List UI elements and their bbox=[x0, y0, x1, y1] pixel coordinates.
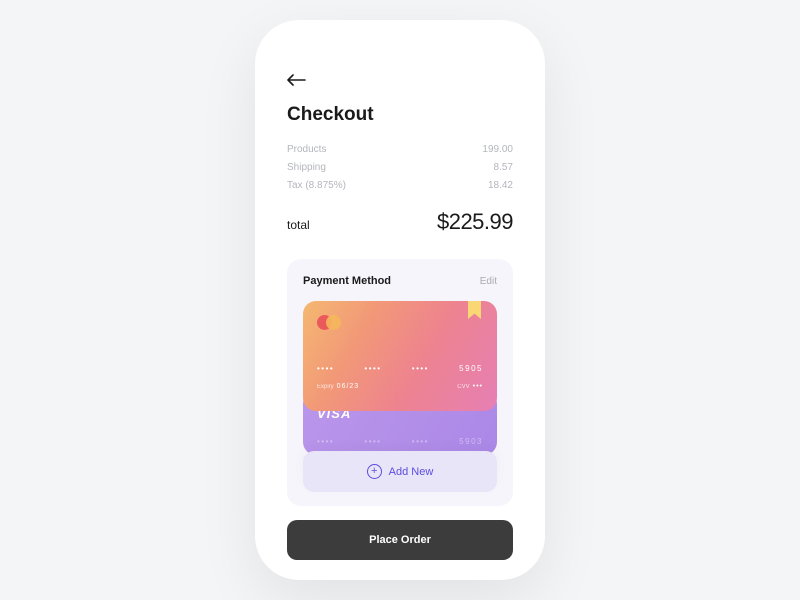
add-new-label: Add New bbox=[389, 466, 434, 478]
payment-card-mastercard[interactable]: •••• •••• •••• 5905 Expiry 06/23 CVV bbox=[303, 301, 497, 411]
card-group: •••• bbox=[412, 364, 429, 373]
back-button[interactable] bbox=[287, 70, 309, 90]
summary-label: Shipping bbox=[287, 162, 326, 173]
card-group: 5905 bbox=[459, 364, 483, 373]
card-group: 5903 bbox=[459, 437, 483, 446]
device-frame: Checkout Products 199.00 Shipping 8.57 T… bbox=[255, 20, 545, 580]
card-group: •••• bbox=[317, 437, 334, 446]
card-meta: Expiry 06/23 CVV ••• bbox=[317, 383, 483, 390]
payment-header: Payment Method Edit bbox=[303, 275, 497, 287]
cvv-value: ••• bbox=[473, 383, 483, 390]
card-number: •••• •••• •••• 5905 bbox=[317, 364, 483, 373]
place-order-button[interactable]: Place Order bbox=[287, 520, 513, 560]
mastercard-logo-icon bbox=[317, 315, 483, 330]
total-row: total $225.99 bbox=[287, 209, 513, 235]
summary-row: Products 199.00 bbox=[287, 144, 513, 155]
payment-method-section: Payment Method Edit •••• •••• •••• bbox=[287, 259, 513, 506]
card-group: •••• bbox=[412, 437, 429, 446]
arrow-left-icon bbox=[287, 74, 309, 86]
total-value: $225.99 bbox=[437, 209, 513, 235]
payment-title: Payment Method bbox=[303, 275, 391, 287]
plus-circle-icon: + bbox=[367, 464, 382, 479]
checkout-content: Checkout Products 199.00 Shipping 8.57 T… bbox=[265, 30, 535, 506]
expiry-value: 06/23 bbox=[337, 383, 360, 390]
total-label: total bbox=[287, 218, 310, 232]
card-group: •••• bbox=[364, 364, 381, 373]
cvv-label: CVV bbox=[457, 384, 469, 390]
card-group: •••• bbox=[364, 437, 381, 446]
add-new-card-button[interactable]: + Add New bbox=[303, 451, 497, 492]
summary-value: 18.42 bbox=[488, 180, 513, 191]
card-number: •••• •••• •••• 5903 bbox=[317, 437, 483, 446]
card-stack: •••• •••• •••• 5905 Expiry 06/23 CVV bbox=[303, 301, 497, 449]
summary-row: Tax (8.875%) 18.42 bbox=[287, 180, 513, 191]
summary-label: Tax (8.875%) bbox=[287, 180, 346, 191]
page-title: Checkout bbox=[287, 104, 513, 126]
edit-payment-button[interactable]: Edit bbox=[480, 276, 497, 287]
summary-row: Shipping 8.57 bbox=[287, 162, 513, 173]
summary-value: 199.00 bbox=[482, 144, 513, 155]
app-screen: Checkout Products 199.00 Shipping 8.57 T… bbox=[265, 30, 535, 570]
card-group: •••• bbox=[317, 364, 334, 373]
expiry-label: Expiry bbox=[317, 384, 334, 390]
device-notch bbox=[338, 30, 462, 52]
summary-label: Products bbox=[287, 144, 326, 155]
summary-value: 8.57 bbox=[494, 162, 513, 173]
